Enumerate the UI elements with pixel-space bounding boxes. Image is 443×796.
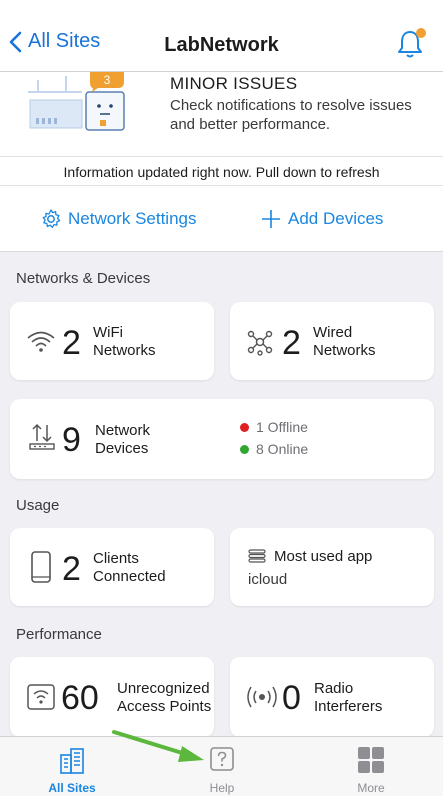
- network-settings-label: Network Settings: [68, 209, 197, 228]
- refresh-info: Information updated right now. Pull down…: [0, 156, 443, 186]
- issue-description: Check notifications to resolve issues an…: [170, 97, 412, 133]
- access-point-icon: [27, 684, 55, 710]
- clients-label-line1: Clients: [93, 550, 139, 567]
- wifi-count: 2: [62, 324, 81, 362]
- issue-title: MINOR ISSUES: [170, 74, 298, 93]
- most-used-app-value: icloud: [248, 571, 288, 588]
- add-devices-button[interactable]: Add Devices: [260, 208, 383, 230]
- tab-all-sites-label: All Sites: [48, 781, 96, 795]
- wired-label-line2: Networks: [313, 342, 376, 359]
- devices-label-line1: Network: [95, 422, 151, 439]
- online-label: 8 Online: [256, 441, 309, 457]
- app-list-icon: [248, 549, 266, 563]
- status-panel: 3 MINOR ISSUES Check notifications to re…: [0, 72, 443, 252]
- wired-networks-card[interactable]: 2 Wired Networks: [230, 302, 434, 380]
- section-title-networks-devices: Networks & Devices: [16, 270, 151, 287]
- unrecognized-count: 60: [61, 679, 99, 717]
- buildings-icon: [60, 748, 84, 774]
- radio-interferers-card[interactable]: 0 Radio Interferers: [230, 657, 434, 737]
- devices-label-line2: Devices: [95, 440, 149, 457]
- tab-more-label: More: [357, 781, 385, 795]
- wifi-icon: [27, 331, 55, 352]
- issue-badge-count: 3: [104, 73, 111, 87]
- tab-more[interactable]: More: [311, 737, 431, 796]
- wired-label-line1: Wired: [313, 324, 353, 341]
- radio-count: 0: [282, 679, 301, 717]
- add-devices-label: Add Devices: [288, 209, 384, 228]
- phone-icon: [31, 551, 51, 583]
- notifications-button[interactable]: [395, 28, 426, 60]
- unrecognized-aps-card[interactable]: 60 Unrecognized Access Points: [10, 657, 214, 737]
- radio-label-line1: Radio: [314, 680, 354, 697]
- wifi-label-line2: Networks: [93, 342, 156, 359]
- notification-dot: [416, 28, 426, 38]
- most-used-app-card[interactable]: Most used app icloud: [230, 528, 434, 606]
- wifi-label-line1: WiFi: [93, 324, 123, 341]
- offline-label: 1 Offline: [256, 419, 308, 435]
- tab-help-label: Help: [209, 781, 235, 795]
- wired-network-icon: [247, 330, 273, 356]
- quick-actions: Network Settings Add Devices: [0, 186, 443, 252]
- network-settings-button[interactable]: Network Settings: [40, 208, 197, 230]
- annotation-arrow-icon: [112, 730, 204, 762]
- clients-count: 2: [62, 550, 81, 588]
- plus-icon: [262, 210, 280, 228]
- section-title-usage: Usage: [16, 497, 60, 514]
- online-status: 8 Online: [240, 441, 308, 457]
- radio-label-line2: Interferers: [314, 698, 383, 715]
- section-title-performance: Performance: [16, 626, 102, 643]
- online-dot: [240, 444, 249, 454]
- offline-status: 1 Offline: [240, 419, 308, 435]
- page-title: LabNetwork: [164, 34, 279, 56]
- unrecognized-label-line1: Unrecognized: [117, 680, 210, 697]
- offline-dot: [240, 422, 249, 432]
- devices-count: 9: [62, 421, 81, 459]
- network-issue-illustration: 3: [28, 72, 125, 131]
- network-device-icon: [29, 423, 55, 450]
- unrecognized-label-line2: Access Points: [117, 698, 212, 715]
- top-nav-bar: All Sites LabNetwork: [0, 0, 443, 72]
- radio-signal-icon: [247, 686, 277, 708]
- bottom-tab-bar: All Sites Help More: [0, 736, 443, 796]
- help-icon: [210, 747, 234, 771]
- clients-label-line2: Connected: [93, 568, 166, 585]
- clients-card[interactable]: 2 Clients Connected: [10, 528, 214, 606]
- wifi-networks-card[interactable]: 2 WiFi Networks: [10, 302, 214, 380]
- grid-icon: [358, 747, 384, 773]
- wired-count: 2: [282, 324, 301, 362]
- network-devices-card[interactable]: 9 Network Devices 1 Offline 8 Online: [10, 399, 434, 479]
- gear-icon: [42, 209, 61, 228]
- most-used-app-title: Most used app: [274, 548, 373, 565]
